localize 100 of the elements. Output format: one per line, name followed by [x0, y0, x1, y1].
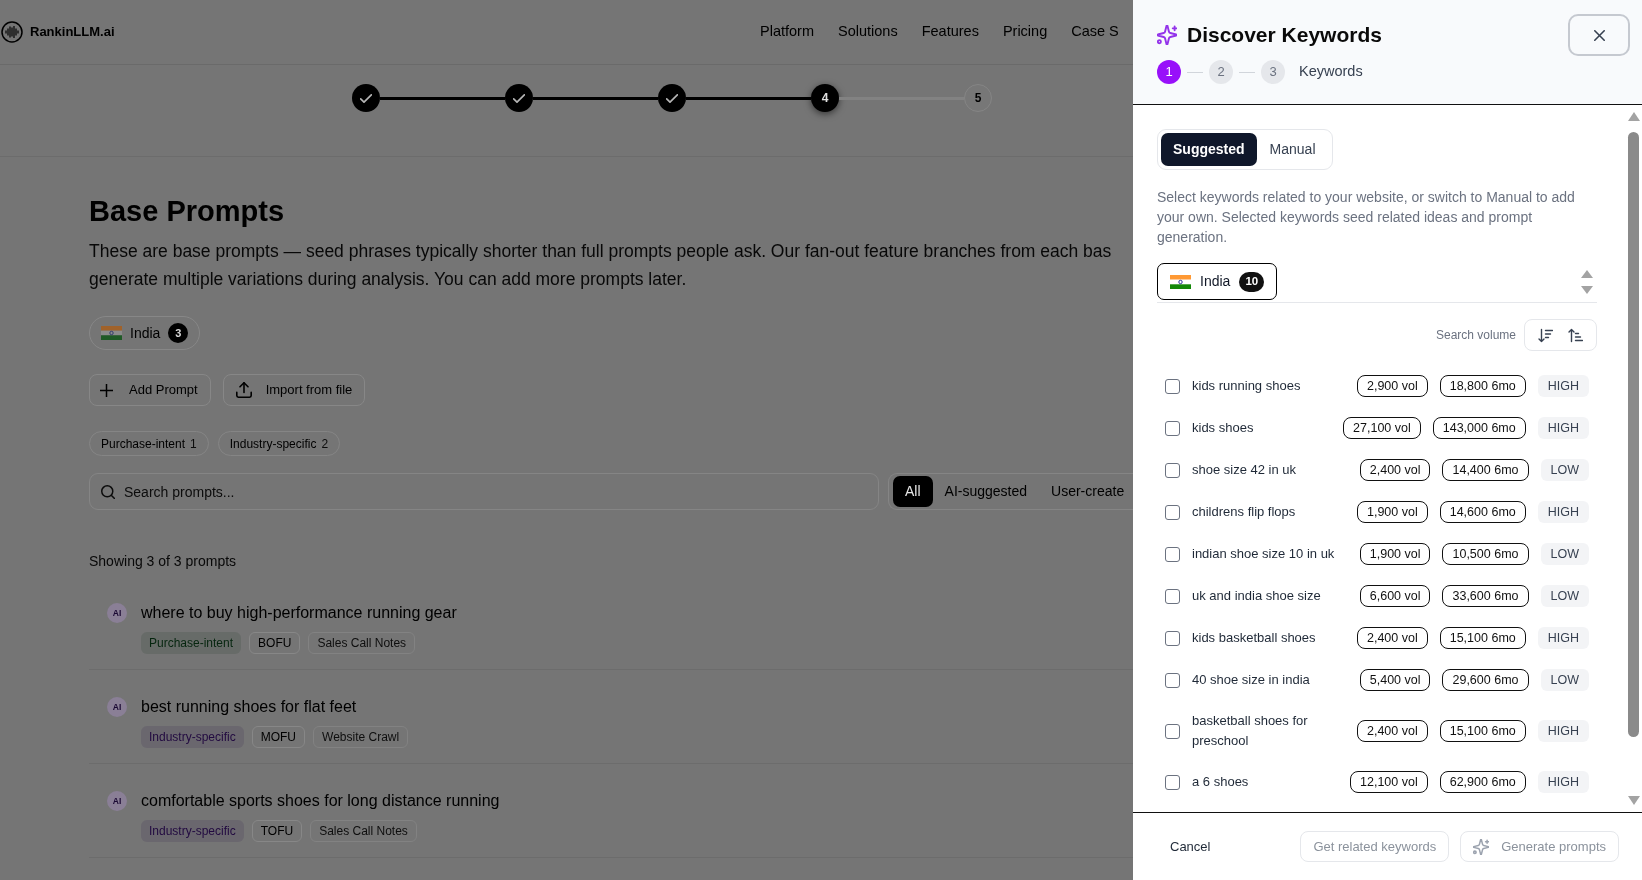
scroll-down-arrow-icon[interactable]	[1627, 796, 1640, 805]
prompt-tag: Sales Call Notes	[308, 632, 416, 654]
checkbox[interactable]	[1165, 774, 1180, 790]
checkbox[interactable]	[1165, 462, 1180, 478]
check-icon	[513, 93, 525, 103]
competition-level: HIGH	[1537, 417, 1589, 439]
prompt-text: comfortable sports shoes for long distance running	[141, 791, 500, 811]
add-prompt-button[interactable]: Add Prompt	[89, 374, 211, 406]
ai-badge: AI	[107, 603, 127, 623]
results-count: Showing 3 of 3 prompts	[89, 552, 237, 571]
checkbox[interactable]	[1165, 630, 1180, 646]
count-badge: 10	[1239, 271, 1265, 292]
check-icon	[666, 93, 678, 103]
scrollbar-thumb[interactable]	[1628, 132, 1639, 737]
sparkle-icon	[1473, 838, 1490, 855]
volume-tag: 12,100 vol	[1350, 771, 1428, 793]
filter-tab[interactable]: User-create	[1039, 476, 1133, 507]
checkbox[interactable]	[1165, 672, 1180, 688]
prompt-tag: Purchase-intent	[141, 632, 242, 654]
keyword-text: a 6 shoes	[1192, 773, 1250, 791]
mode-tab[interactable]: Suggested	[1161, 133, 1257, 166]
keyword-text: kids running shoes	[1192, 377, 1302, 395]
nav-link[interactable]: Pricing	[1002, 21, 1048, 43]
keyword-text: uk and india shoe size	[1192, 587, 1322, 605]
tag-count: 1	[190, 435, 197, 453]
filter-tab[interactable]: All	[893, 476, 933, 507]
keyword-text: kids basketball shoes	[1192, 629, 1317, 647]
checkbox[interactable]	[1165, 546, 1180, 562]
volume-tag: 2,400 vol	[1357, 720, 1428, 742]
volume-tag: 6,600 vol	[1359, 585, 1431, 607]
keyword-text: shoe size 42 in uk	[1192, 461, 1298, 479]
wizard-step: 2	[1209, 60, 1233, 84]
keyword-text: 40 shoe size in india	[1192, 671, 1311, 689]
close-button[interactable]	[1568, 14, 1630, 56]
filter-tab[interactable]: AI-suggested	[932, 476, 1040, 507]
volume-tag: 5,400 vol	[1359, 669, 1431, 691]
competition-level: LOW	[1540, 585, 1589, 607]
prompt-tag: BOFU	[249, 632, 301, 654]
checkbox[interactable]	[1165, 588, 1180, 604]
prompt-tag: Website Crawl	[313, 726, 409, 748]
search-icon	[101, 484, 115, 499]
page-description: These are base prompts — seed phrases typically shorter than full prompts people ask. Our fan-out feature branches from each bas generate multiple variations during analysis. You can add more prompts later.	[89, 240, 1112, 291]
keyword-text: basketball shoes for preschool	[1192, 712, 1309, 750]
step-label: Keywords	[1299, 62, 1363, 82]
cancel-button[interactable]: Cancel	[1157, 831, 1224, 862]
logo-icon[interactable]	[1, 21, 23, 43]
panel-description: Select keywords related to your website, or switch to Manual to add your own. Selected keywords seed related ideas and prompt generation.	[1157, 188, 1576, 247]
prompt-text: where to buy high-performance running gear	[141, 603, 457, 623]
search-field[interactable]: Search prompts...	[89, 473, 879, 510]
checkbox[interactable]	[1165, 420, 1180, 436]
checkbox[interactable]	[1165, 504, 1180, 520]
prompt-tag: Industry-specific	[141, 820, 244, 842]
volume-tag: 1,900 vol	[1359, 543, 1431, 565]
logo-text[interactable]: RankinLLM.ai	[30, 22, 115, 42]
tag-count: 2	[321, 435, 329, 453]
competition-level: LOW	[1540, 669, 1589, 691]
trend-volume-tag: 62,900 6mo	[1439, 771, 1526, 793]
sort-descending-icon[interactable]	[1538, 327, 1554, 343]
competition-level: HIGH	[1537, 771, 1589, 793]
sort-label: Search volume	[1435, 327, 1516, 344]
competition-level: HIGH	[1537, 627, 1589, 649]
check-icon	[360, 93, 372, 103]
trend-volume-tag: 15,100 6mo	[1439, 627, 1526, 649]
scroll-up-arrow-icon[interactable]	[1627, 112, 1640, 121]
sparkle-icon	[1157, 25, 1177, 45]
keyword-text: kids shoes	[1192, 419, 1255, 437]
trend-volume-tag: 143,000 6mo	[1432, 417, 1526, 439]
competition-level: LOW	[1540, 543, 1589, 565]
competition-level: HIGH	[1537, 501, 1589, 523]
mode-tab[interactable]: Manual	[1256, 133, 1329, 166]
dialog-title: Discover Keywords	[1187, 22, 1382, 48]
competition-level: HIGH	[1537, 375, 1589, 397]
nav-link[interactable]: Case S	[1071, 21, 1119, 43]
upload-icon	[235, 382, 252, 398]
caret-down-icon[interactable]	[1581, 286, 1593, 294]
nav-link[interactable]: Solutions	[838, 21, 898, 43]
prompt-tag: Sales Call Notes	[310, 820, 417, 842]
nav-link[interactable]: Platform	[760, 21, 814, 43]
checkbox[interactable]	[1165, 723, 1180, 739]
ai-badge: AI	[107, 697, 127, 717]
competition-level: HIGH	[1537, 720, 1589, 742]
prompt-tag: MOFU	[251, 726, 306, 748]
checkbox[interactable]	[1165, 378, 1180, 394]
trend-volume-tag: 10,500 6mo	[1442, 543, 1529, 565]
close-icon	[1593, 29, 1605, 41]
trend-volume-tag: 29,600 6mo	[1442, 669, 1529, 691]
keyword-text: indian shoe size 10 in uk	[1192, 545, 1336, 563]
keyword-text: childrens flip flops	[1192, 503, 1297, 521]
page-title: Base Prompts	[89, 194, 284, 229]
import-button[interactable]: Import from file	[222, 374, 366, 406]
caret-up-icon[interactable]	[1581, 270, 1593, 278]
nav-link[interactable]: Features	[921, 21, 979, 43]
plus-icon	[100, 383, 113, 397]
country-tab[interactable]: India 10	[1157, 263, 1278, 300]
trend-volume-tag: 14,600 6mo	[1439, 501, 1526, 523]
sort-ascending-icon[interactable]	[1567, 327, 1583, 343]
competition-level: LOW	[1540, 459, 1589, 481]
wizard-step: 3	[1261, 60, 1285, 84]
volume-tag: 27,100 vol	[1343, 417, 1421, 439]
ai-badge: AI	[107, 791, 127, 811]
